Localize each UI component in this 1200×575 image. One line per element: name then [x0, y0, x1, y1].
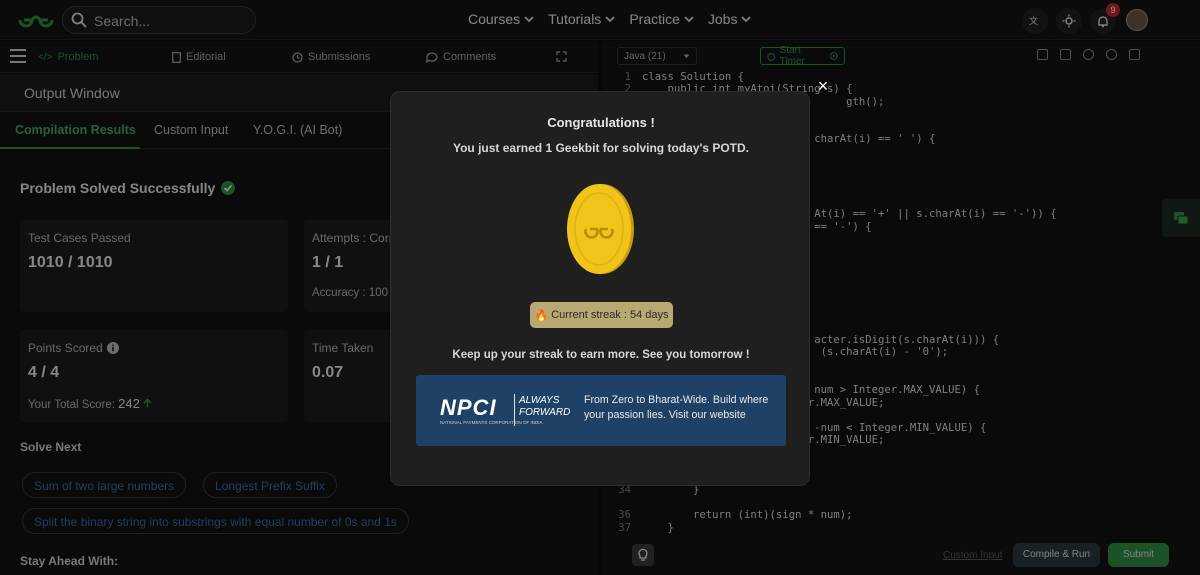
- close-icon[interactable]: ×: [813, 76, 833, 96]
- modal-title: Congratulations !: [547, 115, 655, 130]
- ad-tagline-line: ALWAYS: [519, 395, 560, 406]
- ad-divider: [514, 394, 515, 426]
- npci-logo-subtitle: NATIONAL PAYMENTS CORPORATION OF INDIA: [440, 420, 543, 425]
- ad-tagline-line: FORWARD: [519, 407, 571, 418]
- modal-subtitle: You just earned 1 Geekbit for solving to…: [452, 141, 750, 155]
- congratulations-modal: Congratulations ! You just earned 1 Geek…: [390, 91, 810, 486]
- geekbit-coin-icon: [567, 184, 634, 274]
- fire-icon: 🔥: [534, 309, 549, 322]
- keep-up-message: Keep up your streak to earn more. See yo…: [452, 349, 750, 361]
- streak-badge: 🔥 Current streak : 54 days: [530, 302, 673, 328]
- ad-text: From Zero to Bharat-Wide. Build where yo…: [584, 394, 769, 421]
- npci-logo: NPCI: [440, 395, 497, 420]
- ad-tagline: ALWAYS FORWARD: [519, 395, 570, 419]
- streak-label: Current streak : 54 days: [551, 309, 669, 321]
- npci-ad-banner[interactable]: NPCI NATIONAL PAYMENTS CORPORATION OF IN…: [416, 375, 786, 446]
